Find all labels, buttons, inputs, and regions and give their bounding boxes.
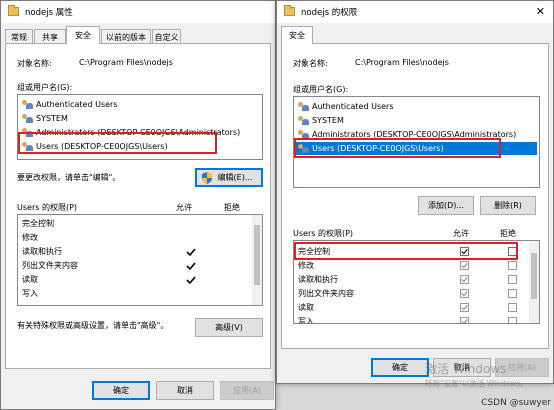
permissions-scrollbar[interactable] bbox=[252, 215, 262, 305]
allow-checkbox[interactable] bbox=[460, 303, 469, 312]
permissions-label: Users 的权限(P) bbox=[17, 203, 78, 212]
deny-checkbox[interactable] bbox=[508, 247, 517, 256]
permissions-window: nodejs 的权限 ✕ 安全 对象名称: C:\Program Files\n… bbox=[276, 0, 554, 384]
permission-row: 写入 bbox=[22, 289, 38, 298]
group-or-user-label: 组或用户名(G): bbox=[17, 83, 73, 92]
allow-column-header: 允许 bbox=[176, 203, 192, 212]
close-icon[interactable]: ✕ bbox=[536, 6, 545, 17]
user-group-icon bbox=[298, 102, 309, 111]
user-row-administrators[interactable]: Administrators (DESKTOP-CE0OJGS\Administ… bbox=[20, 126, 240, 139]
tab-customize[interactable]: 自定义 bbox=[152, 29, 181, 44]
user-row-system[interactable]: SYSTEM bbox=[20, 112, 68, 125]
ok-button[interactable]: 确定 bbox=[92, 381, 150, 400]
user-group-icon bbox=[22, 128, 33, 137]
remove-button[interactable]: 删除(R) bbox=[480, 196, 536, 215]
object-name-label: 对象名称: bbox=[293, 59, 328, 68]
properties-title-bar[interactable]: nodejs 属性 bbox=[1, 1, 275, 23]
cancel-button[interactable]: 取消 bbox=[156, 381, 214, 400]
allow-column-header: 允许 bbox=[453, 229, 469, 238]
permissions-tab-panel: 对象名称: C:\Program Files\nodejs 组或用户名(G): … bbox=[281, 43, 549, 349]
user-group-icon bbox=[22, 142, 33, 151]
deny-checkbox[interactable] bbox=[508, 303, 517, 312]
user-group-icon bbox=[298, 144, 309, 153]
allow-checkbox[interactable] bbox=[460, 275, 469, 284]
user-group-icon bbox=[298, 116, 309, 125]
folder-icon bbox=[8, 5, 19, 16]
permission-row: 读取和执行 bbox=[22, 247, 62, 256]
tab-general[interactable]: 常规 bbox=[5, 29, 33, 44]
user-group-icon bbox=[22, 100, 33, 109]
uac-shield-icon bbox=[202, 172, 212, 184]
advanced-button[interactable]: 高级(V) bbox=[195, 318, 263, 337]
allow-checkbox[interactable] bbox=[460, 247, 469, 256]
allow-checkbox[interactable] bbox=[460, 261, 469, 270]
advanced-prompt-text: 有关特殊权限或高级设置，请单击"高级"。 bbox=[17, 321, 169, 330]
object-name-label: 对象名称: bbox=[17, 59, 52, 68]
permission-row: 完全控制 bbox=[22, 219, 54, 228]
permission-row: 读取 bbox=[298, 303, 314, 312]
deny-checkbox[interactable] bbox=[508, 289, 517, 298]
deny-checkbox[interactable] bbox=[508, 275, 517, 284]
properties-window-title: nodejs 属性 bbox=[25, 8, 73, 18]
permissions-window-title: nodejs 的权限 bbox=[301, 8, 358, 18]
user-row-system[interactable]: SYSTEM bbox=[296, 114, 344, 127]
user-row-authenticated-users[interactable]: Authenticated Users bbox=[296, 100, 393, 113]
allow-check-icon bbox=[186, 247, 196, 257]
deny-column-header: 拒绝 bbox=[224, 203, 240, 212]
ok-button[interactable]: 确定 bbox=[371, 358, 429, 377]
permission-row: 写入 bbox=[298, 317, 314, 324]
user-list[interactable]: Authenticated Users SYSTEM Administrator… bbox=[293, 96, 540, 188]
permission-row: 列出文件夹内容 bbox=[298, 289, 354, 298]
user-row-users[interactable]: Users (DESKTOP-CE0OJGS\Users) bbox=[296, 142, 537, 155]
object-name-value: C:\Program Files\nodejs bbox=[355, 58, 449, 67]
permission-row: 完全控制 bbox=[298, 247, 330, 256]
allow-check-icon bbox=[186, 261, 196, 271]
apply-button[interactable]: 应用(A) bbox=[220, 381, 274, 400]
deny-checkbox[interactable] bbox=[508, 317, 517, 323]
security-tab-panel: 对象名称: C:\Program Files\nodejs 组或用户名(G): … bbox=[5, 43, 271, 369]
deny-checkbox[interactable] bbox=[508, 261, 517, 270]
object-name-value: C:\Program Files\nodejs bbox=[79, 58, 173, 67]
tab-security[interactable]: 安全 bbox=[281, 26, 313, 44]
scrollbar-thumb[interactable] bbox=[531, 253, 537, 299]
user-list[interactable]: Authenticated Users SYSTEM Administrator… bbox=[17, 94, 263, 160]
folder-icon bbox=[284, 5, 295, 16]
user-row-administrators[interactable]: Administrators (DESKTOP-CE0OJGS\Administ… bbox=[296, 128, 516, 141]
permission-row: 修改 bbox=[22, 233, 38, 242]
permissions-title-bar[interactable]: nodejs 的权限 ✕ bbox=[277, 1, 553, 23]
permissions-list: 完全控制修改读取和执行列出文件夹内容 读取写入 bbox=[293, 240, 540, 324]
permission-row: 读取 bbox=[22, 275, 38, 284]
tab-security[interactable]: 安全 bbox=[66, 26, 100, 44]
edit-button[interactable]: 编辑(E)... bbox=[195, 168, 263, 187]
permission-row: 修改 bbox=[298, 261, 314, 270]
activate-windows-watermark: 激活 Windows bbox=[425, 362, 507, 376]
user-row-users[interactable]: Users (DESKTOP-CE0OJGS\Users) bbox=[20, 140, 168, 153]
tab-sharing[interactable]: 共享 bbox=[34, 29, 66, 44]
scrollbar-thumb[interactable] bbox=[254, 225, 260, 285]
tab-previous-versions[interactable]: 以前的版本 bbox=[101, 29, 151, 44]
permission-row: 列出文件夹内容 bbox=[22, 261, 78, 270]
edit-prompt-text: 要更改权限，请单击"编辑"。 bbox=[17, 173, 121, 182]
user-group-icon bbox=[298, 130, 309, 139]
user-group-icon bbox=[22, 114, 33, 123]
user-row-authenticated-users[interactable]: Authenticated Users bbox=[20, 98, 117, 111]
allow-checkbox[interactable] bbox=[460, 317, 469, 323]
permissions-label: Users 的权限(P) bbox=[293, 229, 354, 238]
deny-column-header: 拒绝 bbox=[500, 229, 516, 238]
permissions-list: 完全控制修改读取和执行列出文件夹内容 读取写入 bbox=[17, 214, 263, 306]
permissions-scrollbar[interactable] bbox=[529, 241, 539, 323]
csdn-credit: CSDN @suwyer bbox=[481, 398, 551, 408]
permission-row: 读取和执行 bbox=[298, 275, 338, 284]
add-button[interactable]: 添加(D)... bbox=[418, 196, 474, 215]
allow-check-icon bbox=[186, 275, 196, 285]
group-or-user-label: 组或用户名(G): bbox=[293, 85, 349, 94]
properties-window: nodejs 属性 常规 共享 安全 以前的版本 自定义 对象名称: C:\Pr… bbox=[0, 0, 276, 410]
allow-checkbox[interactable] bbox=[460, 289, 469, 298]
activate-windows-subtext: 转到"设置"以激活 Windows。 bbox=[425, 379, 528, 388]
